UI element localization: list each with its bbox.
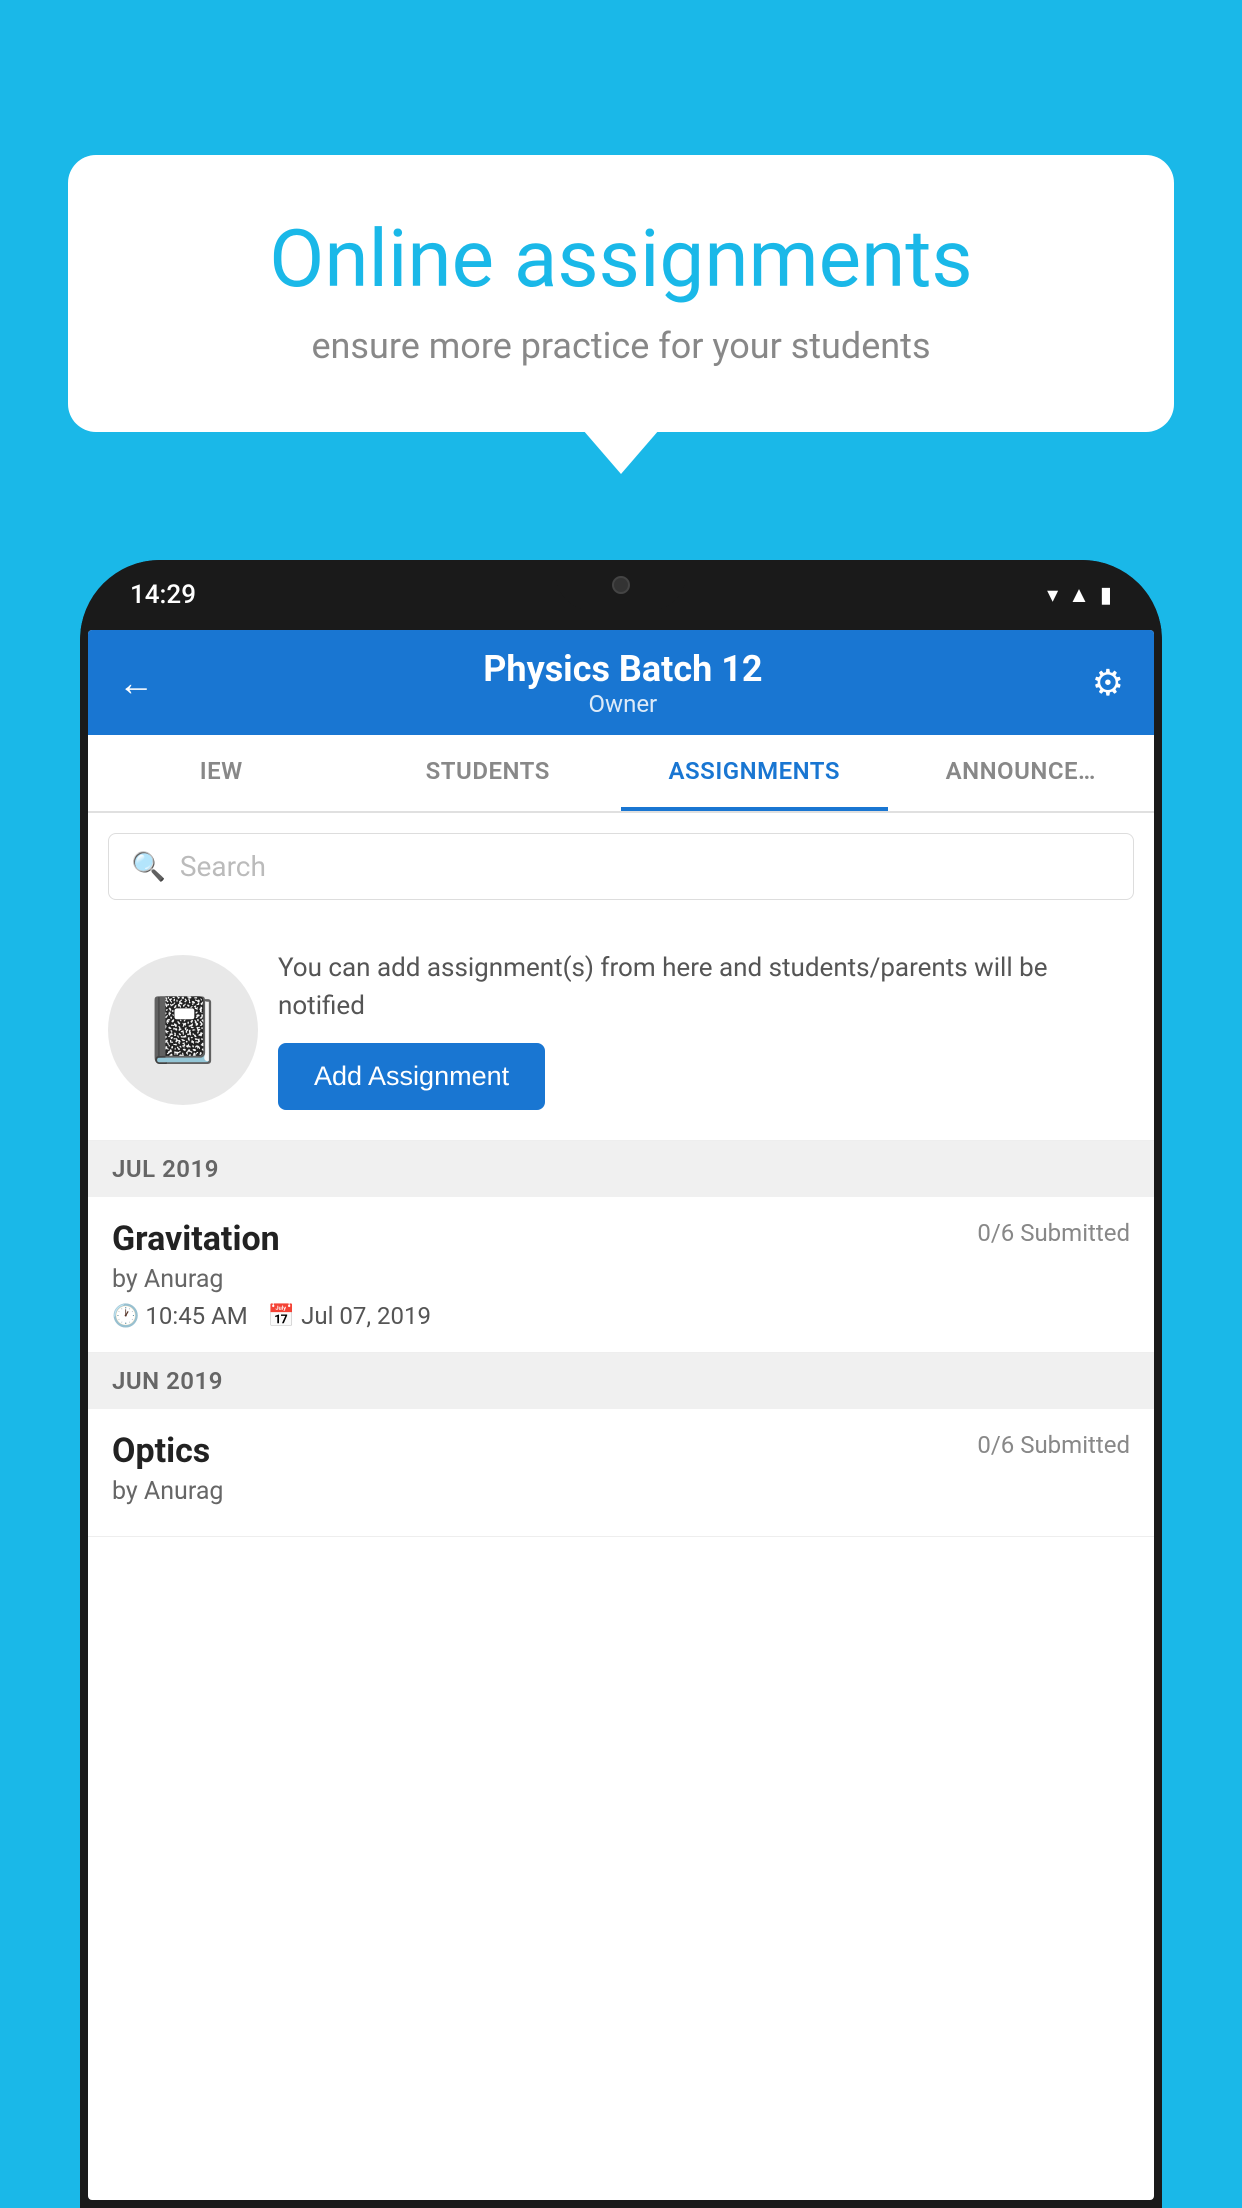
meta-time: 🕐 10:45 AM <box>112 1302 248 1330</box>
tab-announcements[interactable]: ANNOUNCE… <box>888 735 1155 811</box>
phone-screen: ← Physics Batch 12 Owner ⚙ IEW STUDENTS … <box>88 630 1154 2200</box>
assignment-name-optics: Optics <box>112 1431 210 1471</box>
search-container: 🔍 Search <box>88 813 1154 920</box>
tab-iew[interactable]: IEW <box>88 735 355 811</box>
assignment-meta: 🕐 10:45 AM 📅 Jul 07, 2019 <box>112 1302 1130 1330</box>
promo-section: 📓 You can add assignment(s) from here an… <box>88 920 1154 1141</box>
camera-dot <box>612 576 630 594</box>
assignment-name: Gravitation <box>112 1219 280 1259</box>
assignment-date: Jul 07, 2019 <box>301 1302 431 1330</box>
add-assignment-button[interactable]: Add Assignment <box>278 1043 545 1110</box>
notebook-icon: 📓 <box>143 993 223 1068</box>
promo-icon-circle: 📓 <box>108 955 258 1105</box>
assignment-item-optics[interactable]: Optics 0/6 Submitted by Anurag <box>88 1409 1154 1537</box>
search-placeholder-text: Search <box>180 850 266 883</box>
back-button[interactable]: ← <box>118 662 154 704</box>
assignment-submitted: 0/6 Submitted <box>977 1219 1130 1247</box>
assignment-row-top-optics: Optics 0/6 Submitted <box>112 1431 1130 1471</box>
bubble-title: Online assignments <box>138 215 1104 303</box>
wifi-icon: ▾ <box>1047 583 1058 608</box>
promo-description: You can add assignment(s) from here and … <box>278 950 1134 1025</box>
assignment-by-optics: by Anurag <box>112 1477 1130 1506</box>
settings-icon[interactable]: ⚙ <box>1092 662 1124 704</box>
tab-assignments[interactable]: ASSIGNMENTS <box>621 735 888 811</box>
tab-students[interactable]: STUDENTS <box>355 735 622 811</box>
assignment-time: 10:45 AM <box>145 1302 247 1330</box>
status-icons: ▾ ▲ ▮ <box>1047 582 1112 608</box>
assignment-item-gravitation[interactable]: Gravitation 0/6 Submitted by Anurag 🕐 10… <box>88 1197 1154 1353</box>
clock-icon: 🕐 <box>112 1304 139 1329</box>
section-header-jun: JUN 2019 <box>88 1353 1154 1409</box>
tabs-container: IEW STUDENTS ASSIGNMENTS ANNOUNCE… <box>88 735 1154 813</box>
header-title-group: Physics Batch 12 Owner <box>483 648 762 718</box>
header-title: Physics Batch 12 <box>483 648 762 690</box>
assignment-row-top: Gravitation 0/6 Submitted <box>112 1219 1130 1259</box>
phone-frame: 14:29 ▾ ▲ ▮ ← Physics Batch 12 Owner ⚙ I… <box>80 560 1162 2208</box>
meta-date: 📅 Jul 07, 2019 <box>268 1302 431 1330</box>
search-input-wrap[interactable]: 🔍 Search <box>108 833 1134 900</box>
assignment-submitted-optics: 0/6 Submitted <box>977 1431 1130 1459</box>
battery-icon: ▮ <box>1100 583 1112 608</box>
assignment-by: by Anurag <box>112 1265 1130 1294</box>
calendar-icon: 📅 <box>268 1304 295 1329</box>
section-header-jul: JUL 2019 <box>88 1141 1154 1197</box>
phone-notch <box>556 560 686 610</box>
status-bar: 14:29 ▾ ▲ ▮ <box>80 560 1162 630</box>
search-icon: 🔍 <box>131 850 166 883</box>
app-header: ← Physics Batch 12 Owner ⚙ <box>88 630 1154 735</box>
header-subtitle: Owner <box>483 690 762 718</box>
status-time: 14:29 <box>130 580 196 610</box>
promo-text-area: You can add assignment(s) from here and … <box>278 950 1134 1110</box>
bubble-subtitle: ensure more practice for your students <box>138 325 1104 367</box>
signal-icon: ▲ <box>1068 582 1090 608</box>
speech-bubble: Online assignments ensure more practice … <box>68 155 1174 432</box>
speech-bubble-container: Online assignments ensure more practice … <box>68 155 1174 432</box>
